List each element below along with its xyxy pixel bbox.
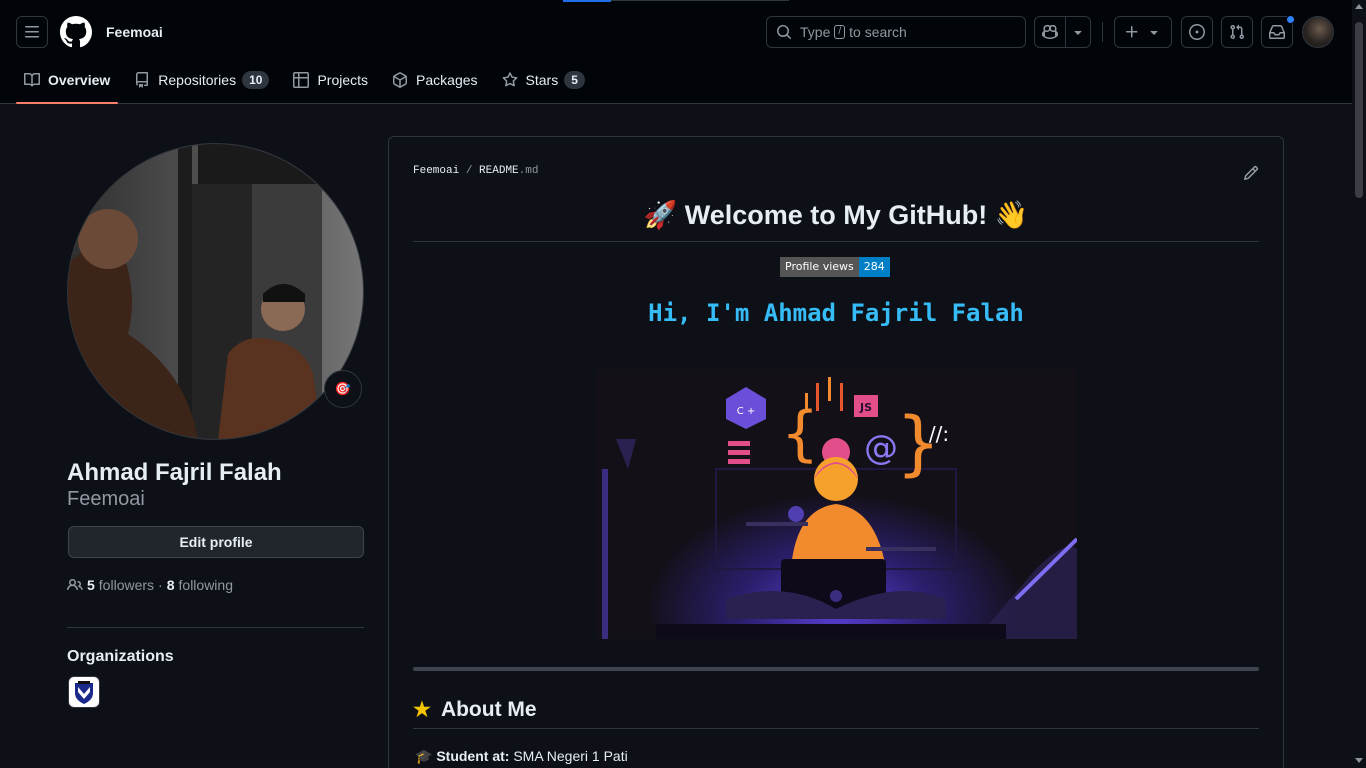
about-value: SMA Negeri 1 Pati bbox=[513, 748, 628, 764]
people-icon bbox=[67, 578, 83, 591]
tab-projects-label: Projects bbox=[317, 72, 369, 88]
tab-overview[interactable]: Overview bbox=[16, 64, 119, 104]
pull-request-icon bbox=[1230, 24, 1245, 40]
create-new-button[interactable] bbox=[1114, 16, 1172, 48]
page-scrollbar[interactable] bbox=[1352, 0, 1366, 768]
readme-path: Feemoai / README.md bbox=[413, 165, 538, 177]
readme-path-file: README bbox=[479, 165, 519, 177]
following-count: 8 bbox=[166, 577, 175, 593]
status-button[interactable]: 🎯 bbox=[324, 370, 362, 408]
followers-count: 5 bbox=[87, 577, 95, 593]
edit-profile-button[interactable]: Edit profile bbox=[68, 526, 364, 558]
title-rule bbox=[413, 241, 1259, 242]
separator-dot: · bbox=[158, 577, 163, 593]
readme-title: 🚀 Welcome to My GitHub! 👋 bbox=[643, 200, 1029, 230]
organizations-heading: Organizations bbox=[67, 648, 174, 665]
package-icon bbox=[393, 72, 408, 88]
profile-views-badge: Profile views 284 bbox=[780, 257, 890, 277]
about-label: Student at: bbox=[436, 748, 510, 764]
badge-value: 284 bbox=[858, 257, 890, 277]
follow-stats: 5 followers · 8 following bbox=[67, 577, 233, 593]
tab-packages-label: Packages bbox=[416, 72, 478, 88]
issues-button[interactable] bbox=[1181, 16, 1213, 48]
profile-full-name: Ahmad Fajril Falah bbox=[67, 459, 282, 486]
profile-tabs: Overview Repositories 10 Projects Packag… bbox=[16, 64, 601, 104]
org-shield-logo bbox=[75, 681, 93, 704]
section-divider bbox=[413, 667, 1259, 671]
pencil-icon[interactable] bbox=[1243, 165, 1259, 181]
organization-avatar[interactable] bbox=[68, 676, 100, 708]
scroll-down-icon[interactable] bbox=[1355, 758, 1363, 763]
readme-card: Feemoai / README.md 🚀 Welcome to My GitH… bbox=[388, 136, 1284, 768]
tab-packages[interactable]: Packages bbox=[384, 64, 485, 96]
scroll-up-icon[interactable] bbox=[1355, 4, 1363, 9]
inbox-icon bbox=[1269, 25, 1285, 39]
about-rule bbox=[413, 728, 1259, 729]
following-label: following bbox=[178, 577, 233, 593]
copilot-icon bbox=[1042, 24, 1058, 40]
chevron-down-icon bbox=[1150, 31, 1158, 35]
badge-label: Profile views bbox=[780, 257, 859, 277]
issue-icon bbox=[1189, 24, 1205, 40]
user-avatar-menu[interactable] bbox=[1302, 16, 1334, 48]
followers-label: followers bbox=[98, 577, 155, 593]
header-divider bbox=[1102, 22, 1103, 42]
search-input[interactable]: Type / to search bbox=[766, 16, 1026, 48]
tab-repositories[interactable]: Repositories 10 bbox=[126, 64, 277, 96]
readme-path-ext: .md bbox=[518, 165, 539, 177]
tab-projects[interactable]: Projects bbox=[285, 64, 376, 96]
about-line-student: 🎓 Student at: SMA Negeri 1 Pati bbox=[415, 748, 628, 765]
profile-login: Feemoai bbox=[67, 488, 145, 510]
readme-path-separator: / bbox=[465, 165, 473, 177]
tab-stars[interactable]: Stars 5 bbox=[494, 64, 593, 96]
page-load-progress bbox=[563, 0, 611, 2]
scrollbar-thumb[interactable] bbox=[1355, 22, 1363, 198]
status-emoji-icon: 🎯 bbox=[334, 381, 352, 396]
search-suffix: to search bbox=[849, 24, 907, 40]
search-icon bbox=[777, 25, 792, 40]
plus-icon bbox=[1126, 26, 1138, 38]
copilot-menu-button[interactable] bbox=[1065, 16, 1091, 48]
github-logo-icon[interactable] bbox=[60, 16, 92, 48]
tab-stars-label: Stars bbox=[525, 72, 559, 88]
readme-path-user[interactable]: Feemoai bbox=[413, 165, 459, 177]
graduation-cap-icon: 🎓 bbox=[415, 748, 433, 764]
copilot-button[interactable] bbox=[1034, 16, 1066, 48]
chevron-down-icon bbox=[1074, 31, 1082, 35]
slashes-label: //: bbox=[929, 422, 949, 446]
pull-requests-button[interactable] bbox=[1221, 16, 1253, 48]
table-icon bbox=[293, 72, 310, 88]
about-title: About Me bbox=[440, 697, 537, 721]
followers-link[interactable]: 5 followers bbox=[87, 577, 154, 593]
svg-text:{: { bbox=[781, 399, 819, 469]
page-load-track bbox=[611, 0, 789, 1]
tab-overview-label: Overview bbox=[48, 72, 111, 88]
tab-repositories-label: Repositories bbox=[158, 72, 237, 88]
star-icon bbox=[502, 72, 517, 87]
search-prefix: Type bbox=[800, 24, 831, 40]
js-label: JS bbox=[859, 401, 872, 414]
book-icon bbox=[24, 72, 40, 87]
sidebar-divider bbox=[67, 627, 364, 628]
profile-avatar[interactable] bbox=[67, 143, 364, 440]
menu-button[interactable] bbox=[16, 16, 48, 48]
profile-photo-image bbox=[68, 144, 363, 439]
repositories-count: 10 bbox=[242, 71, 270, 89]
following-link[interactable]: 8 following bbox=[167, 577, 233, 593]
coding-illustration: C + { } JS @ //: bbox=[596, 369, 1077, 639]
breadcrumb-username[interactable]: Feemoai bbox=[106, 24, 163, 40]
cpp-label: C + bbox=[737, 406, 756, 417]
at-label: @ bbox=[864, 428, 898, 468]
typing-greeting: Hi, I'm Ahmad Fajril Falah bbox=[648, 299, 1024, 327]
unread-indicator bbox=[1286, 15, 1295, 24]
repo-icon bbox=[136, 72, 149, 88]
search-shortcut-key: / bbox=[834, 25, 846, 39]
hamburger-icon bbox=[25, 26, 39, 38]
star-icon: ★ bbox=[413, 699, 431, 721]
stars-count: 5 bbox=[564, 71, 585, 89]
about-heading: ★ About Me bbox=[413, 697, 537, 722]
